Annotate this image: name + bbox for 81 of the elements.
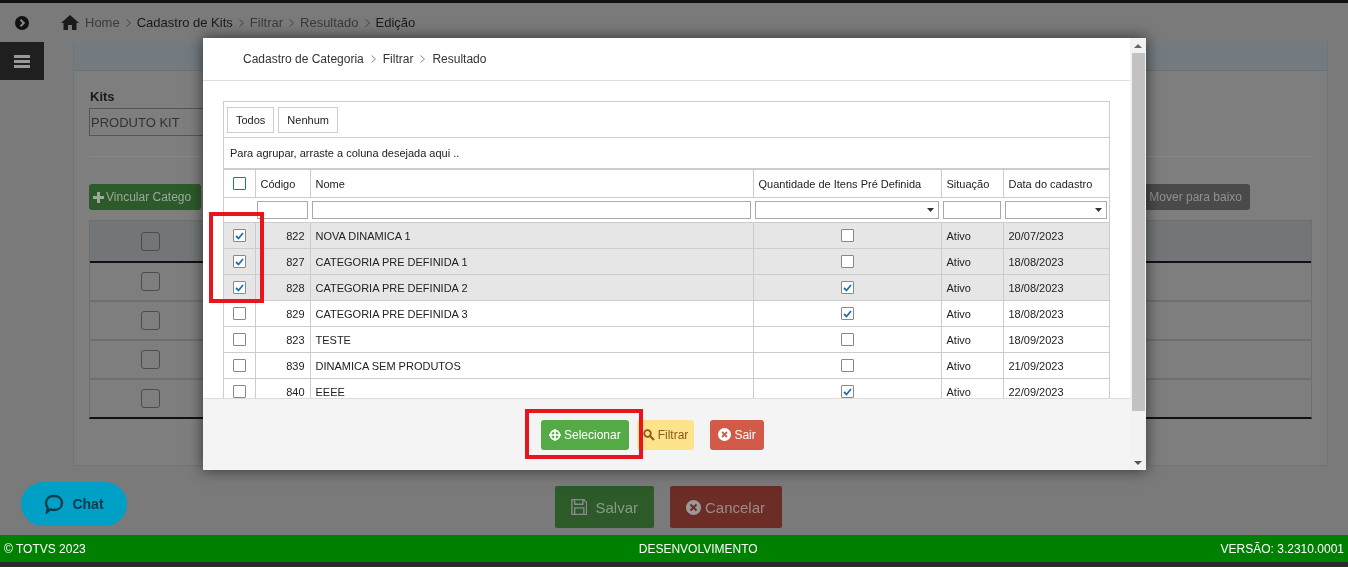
checkbox[interactable] <box>141 231 160 251</box>
breadcrumb-link[interactable]: Resultado <box>300 15 359 30</box>
chevron-icon <box>238 18 244 27</box>
scroll-down-icon[interactable] <box>1134 461 1142 466</box>
row-checkbox[interactable] <box>232 255 246 269</box>
checkbox[interactable] <box>141 389 160 408</box>
chevron-icon <box>370 55 376 63</box>
save-button[interactable]: Salvar <box>555 486 654 528</box>
table-cell: Ativo <box>941 326 1003 353</box>
column-header[interactable]: Situação <box>941 169 1003 198</box>
select-button[interactable]: Selecionar <box>541 419 629 450</box>
table-cell: CATEGORIA PRE DEFINIDA 2 <box>310 274 753 301</box>
table-cell: CATEGORIA PRE DEFINIDA 3 <box>310 300 753 327</box>
field-label: Kits <box>90 89 116 104</box>
row-checkbox[interactable] <box>232 281 246 295</box>
breadcrumb-link[interactable]: Edição <box>375 15 416 30</box>
checkbox[interactable] <box>141 272 160 291</box>
table-cell: Ativo <box>941 352 1003 379</box>
close-icon <box>686 499 701 515</box>
row-checkbox[interactable] <box>232 307 246 321</box>
caret-icon <box>1095 208 1102 212</box>
checkbox[interactable] <box>141 311 160 330</box>
row-checkbox[interactable] <box>232 359 246 373</box>
filter-field[interactable] <box>943 201 1001 219</box>
breadcrumb-link[interactable]: Home <box>85 15 120 30</box>
menu-button[interactable] <box>0 42 44 80</box>
chevron-icon <box>420 55 426 63</box>
breadcrumb-link[interactable]: Cadastro de Categoria <box>243 52 364 66</box>
filter-field[interactable] <box>312 201 751 219</box>
column-header[interactable]: Data do cadastro <box>1003 169 1109 198</box>
column-header[interactable]: Código <box>255 169 310 198</box>
filter-field[interactable] <box>257 201 308 219</box>
version-label: VERSÃO: 3.2310.0001 <box>1220 541 1344 556</box>
link-category-button[interactable]: Vincular Catego <box>89 184 201 210</box>
menu-icon <box>14 54 30 68</box>
row-checkbox[interactable] <box>232 229 246 243</box>
scroll-up-icon[interactable] <box>1134 44 1142 49</box>
table-cell: DINAMICA SEM PRODUTOS <box>310 352 753 379</box>
caret-icon <box>927 208 934 212</box>
table-cell: TESTE <box>310 326 753 353</box>
table-cell: 839 <box>255 352 310 379</box>
chevron-icon <box>125 18 131 27</box>
table-cell: CATEGORIA PRE DEFINIDA 1 <box>310 248 753 275</box>
copyright-text: © TOTVS 2023 <box>4 541 86 556</box>
select-all-button[interactable]: Todos <box>227 106 275 133</box>
column-header[interactable]: Nome <box>310 169 753 198</box>
close-icon <box>718 428 732 441</box>
filter-button[interactable]: Filtrar <box>636 419 695 450</box>
table-cell: 20/07/2023 <box>1003 222 1109 249</box>
table-cell: 18/08/2023 <box>1003 274 1109 301</box>
speech-bubble-icon <box>44 494 65 514</box>
breadcrumb-link[interactable]: Cadastro de Kits <box>136 15 233 30</box>
chat-button[interactable]: Chat <box>21 482 127 526</box>
select-all-checkbox[interactable] <box>232 177 246 191</box>
home-icon[interactable] <box>61 15 79 30</box>
exit-button[interactable]: Sair <box>710 419 764 450</box>
expand-icon[interactable] <box>15 15 29 30</box>
column-header[interactable]: Quantidade de Itens Pré Definida <box>753 169 941 198</box>
scrollbar[interactable] <box>1130 38 1146 470</box>
table-cell: 18/08/2023 <box>1003 248 1109 275</box>
environment-label: DESENVOLVIMENTO <box>638 541 758 556</box>
breadcrumb-link[interactable]: Filtrar <box>249 15 283 30</box>
breadcrumb-link[interactable]: Resultado <box>432 52 487 66</box>
chevron-icon <box>289 18 294 27</box>
table-cell: NOVA DINAMICA 1 <box>310 222 753 249</box>
filter-dropdown[interactable] <box>1005 201 1107 219</box>
chevron-icon <box>364 18 370 27</box>
row-checkbox[interactable] <box>232 333 246 347</box>
checkbox[interactable] <box>141 350 160 369</box>
search-icon <box>642 428 655 441</box>
filter-dropdown[interactable] <box>755 201 939 219</box>
cancel-button[interactable]: Cancelar <box>670 486 782 528</box>
table-cell: 823 <box>255 326 310 353</box>
row-checkbox[interactable] <box>232 385 246 398</box>
table-cell: Ativo <box>941 300 1003 327</box>
table-cell: 829 <box>255 300 310 327</box>
breadcrumb-link[interactable]: Filtrar <box>382 52 414 66</box>
group-hint: Para agrupar, arraste a coluna desejada aqui .. <box>224 138 1109 169</box>
plus-icon <box>93 191 104 203</box>
crosshair-icon <box>549 428 561 441</box>
select-none-button[interactable]: Nenhum <box>278 106 338 133</box>
